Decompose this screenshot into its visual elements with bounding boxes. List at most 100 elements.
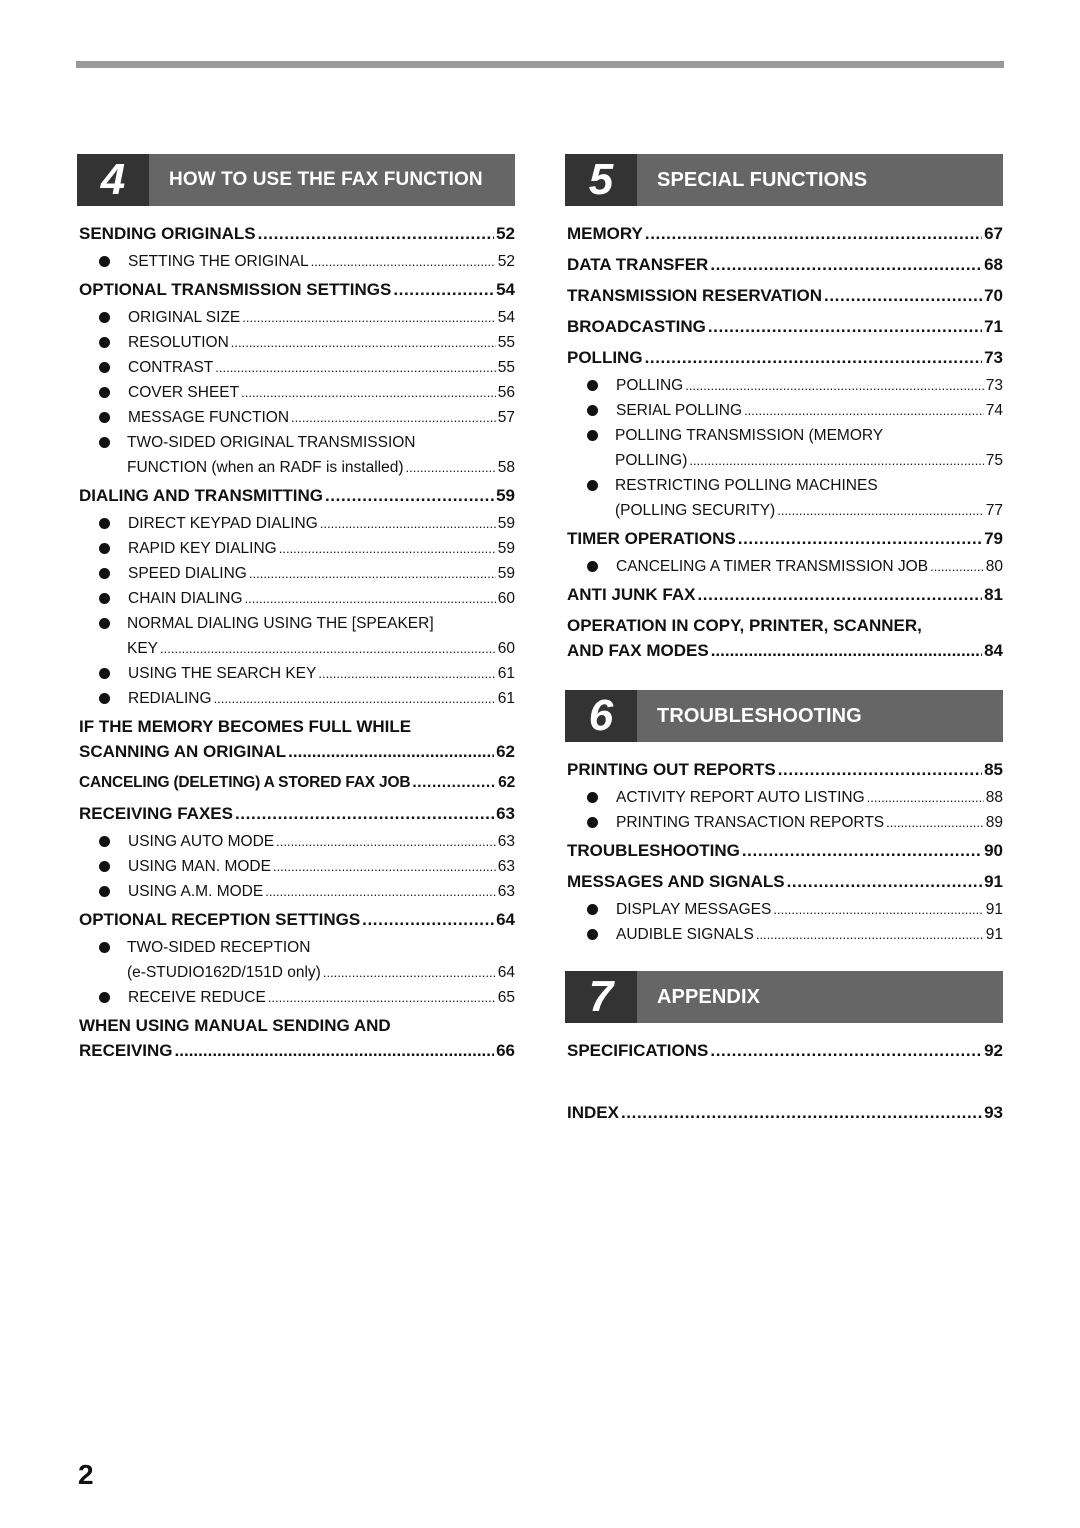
dot-leader [697, 579, 982, 610]
dot-leader [711, 638, 982, 663]
bullet-icon [99, 693, 110, 704]
entry-label: USING AUTO MODE [128, 833, 275, 850]
entry-page: 55 [497, 334, 515, 351]
toc-subentry[interactable]: MESSAGE FUNCTION 57 [77, 405, 515, 430]
entry-page: 54 [497, 309, 515, 326]
entry-page: 81 [984, 585, 1003, 604]
toc-entry-memory[interactable]: MEMORY 67 [565, 218, 1003, 249]
toc-entry-transmission-reservation[interactable]: TRANSMISSION RESERVATION 70 [565, 280, 1003, 311]
bullet-icon [587, 904, 598, 915]
toc-entry-operation-modes[interactable]: OPERATION IN COPY, PRINTER, SCANNER, AND… [565, 610, 1003, 666]
entry-label: RECEIVING FAXES [79, 804, 233, 823]
chapter-6-header: 6 TROUBLESHOOTING [565, 690, 1003, 742]
entry-label: DIALING AND TRANSMITTING [79, 486, 323, 505]
toc-entry-specifications[interactable]: SPECIFICATIONS 92 [565, 1035, 1003, 1066]
toc-subentry[interactable]: POLLING 73 [565, 373, 1003, 398]
entry-page: 64 [497, 964, 515, 981]
bullet-icon [99, 942, 110, 953]
chapter-number: 5 [565, 154, 637, 206]
toc-subentry[interactable]: DISPLAY MESSAGES 91 [565, 897, 1003, 922]
toc-subentry[interactable]: USING A.M. MODE 63 [77, 879, 515, 904]
entry-page: 77 [985, 502, 1003, 519]
toc-subentry[interactable]: USING MAN. MODE 63 [77, 854, 515, 879]
chapter-title: SPECIAL FUNCTIONS [657, 168, 868, 191]
toc-subentry[interactable]: USING THE SEARCH KEY 61 [77, 661, 515, 686]
toc-subentry[interactable]: NORMAL DIALING USING THE [SPEAKER] KEY 60 [77, 611, 515, 661]
toc-entry-data-transfer[interactable]: DATA TRANSFER 68 [565, 249, 1003, 280]
toc-entry-optional-transmission-settings[interactable]: OPTIONAL TRANSMISSION SETTINGS 54 [77, 274, 515, 305]
entry-label: FUNCTION (when an RADF is installed) [127, 459, 404, 476]
toc-subentry[interactable]: SPEED DIALING 59 [77, 561, 515, 586]
toc-entry-timer-operations[interactable]: TIMER OPERATIONS 79 [565, 523, 1003, 554]
toc-subentry[interactable]: DIRECT KEYPAD DIALING 59 [77, 511, 515, 536]
entry-label: ACTIVITY REPORT AUTO LISTING [616, 789, 865, 806]
toc-subentry[interactable]: REDIALING 61 [77, 686, 515, 711]
toc-entry-polling[interactable]: POLLING 73 [565, 342, 1003, 373]
chapter-5-header: 5 SPECIAL FUNCTIONS [565, 154, 1003, 206]
dot-leader [930, 554, 984, 579]
toc-subentry[interactable]: RESTRICTING POLLING MACHINES (POLLING SE… [565, 473, 1003, 523]
toc-subentry[interactable]: SERIAL POLLING 74 [565, 398, 1003, 423]
entry-page: 59 [497, 515, 515, 532]
toc-subentry[interactable]: RAPID KEY DIALING 59 [77, 536, 515, 561]
toc-entry-index[interactable]: INDEX 93 [565, 1097, 1003, 1128]
dot-leader [621, 1097, 982, 1128]
chapter-7-header: 7 APPENDIX [565, 971, 1003, 1023]
toc-entry-receiving-faxes[interactable]: RECEIVING FAXES 63 [77, 798, 515, 829]
toc-subentry[interactable]: CHAIN DIALING 60 [77, 586, 515, 611]
entry-page: 74 [985, 402, 1003, 419]
dot-leader [777, 498, 984, 523]
bullet-icon [587, 929, 598, 940]
bullet-icon [99, 412, 110, 423]
toc-subentry[interactable]: POLLING TRANSMISSION (MEMORY POLLING) 75 [565, 423, 1003, 473]
toc-subentry[interactable]: CANCELING A TIMER TRANSMISSION JOB 80 [565, 554, 1003, 579]
toc-subentry[interactable]: SETTING THE ORIGINAL 52 [77, 249, 515, 274]
toc-subentry[interactable]: AUDIBLE SIGNALS 91 [565, 922, 1003, 947]
dot-leader [886, 810, 984, 835]
toc-entry-canceling-stored-fax-job[interactable]: CANCELING (DELETING) A STORED FAX JOB 62 [77, 767, 515, 798]
toc-entry-manual-sending-receiving[interactable]: WHEN USING MANUAL SENDING AND RECEIVING 6… [77, 1010, 515, 1066]
toc-entry-memory-full[interactable]: IF THE MEMORY BECOMES FULL WHILE SCANNIN… [77, 711, 515, 767]
dot-leader [710, 1035, 982, 1066]
entry-page: 91 [985, 926, 1003, 943]
toc-subentry[interactable]: RECEIVE REDUCE 65 [77, 985, 515, 1010]
entry-page: 63 [497, 858, 515, 875]
toc-entry-broadcasting[interactable]: BROADCASTING 71 [565, 311, 1003, 342]
dot-leader [412, 767, 496, 798]
entry-label: SERIAL POLLING [616, 402, 743, 419]
entry-page: 84 [984, 641, 1003, 660]
toc-subentry[interactable]: TWO-SIDED RECEPTION (e-STUDIO162D/151D o… [77, 935, 515, 985]
entry-label: INDEX [567, 1103, 619, 1122]
entry-page: 58 [497, 459, 515, 476]
toc-subentry[interactable]: ORIGINAL SIZE 54 [77, 305, 515, 330]
dot-leader [867, 785, 984, 810]
toc-entry-troubleshooting[interactable]: TROUBLESHOOTING 90 [565, 835, 1003, 866]
dot-leader [323, 960, 496, 985]
toc-subentry[interactable]: RESOLUTION 55 [77, 330, 515, 355]
toc-subentry[interactable]: ACTIVITY REPORT AUTO LISTING 88 [565, 785, 1003, 810]
entry-label: RESOLUTION [128, 334, 229, 351]
entry-page: 61 [497, 690, 515, 707]
toc-subentry[interactable]: CONTRAST 55 [77, 355, 515, 380]
toc-subentry[interactable]: USING AUTO MODE 63 [77, 829, 515, 854]
entry-label: KEY [127, 640, 159, 657]
toc-entry-printing-out-reports[interactable]: PRINTING OUT REPORTS 85 [565, 754, 1003, 785]
chapter-title: TROUBLESHOOTING [657, 704, 862, 727]
toc-entry-messages-and-signals[interactable]: MESSAGES AND SIGNALS 91 [565, 866, 1003, 897]
toc-subentry[interactable]: COVER SHEET 56 [77, 380, 515, 405]
entry-label-line1: NORMAL DIALING USING THE [SPEAKER] [127, 615, 434, 632]
bullet-icon [587, 817, 598, 828]
toc-entry-anti-junk-fax[interactable]: ANTI JUNK FAX 81 [565, 579, 1003, 610]
toc-entry-dialing-and-transmitting[interactable]: DIALING AND TRANSMITTING 59 [77, 480, 515, 511]
entry-page: 93 [984, 1103, 1003, 1122]
toc-subentry[interactable]: PRINTING TRANSACTION REPORTS 89 [565, 810, 1003, 835]
bullet-icon [99, 992, 110, 1003]
toc-entry-sending-originals[interactable]: SENDING ORIGINALS 52 [77, 218, 515, 249]
entry-page: 91 [985, 901, 1003, 918]
entry-page: 80 [985, 558, 1003, 575]
dot-leader [405, 455, 495, 480]
toc-entry-optional-reception-settings[interactable]: OPTIONAL RECEPTION SETTINGS 64 [77, 904, 515, 935]
toc-subentry[interactable]: TWO-SIDED ORIGINAL TRANSMISSION FUNCTION… [77, 430, 515, 480]
dot-leader [235, 798, 494, 829]
entry-page: 66 [496, 1041, 515, 1060]
